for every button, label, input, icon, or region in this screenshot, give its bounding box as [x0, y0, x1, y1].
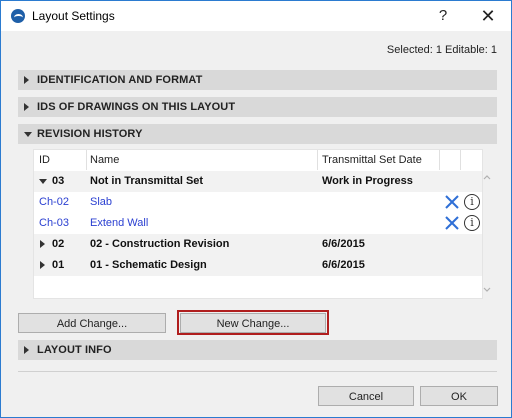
collapse-arrow-icon [24, 132, 32, 137]
column-header-name[interactable]: Name [90, 154, 119, 166]
close-button[interactable]: ✕ [471, 1, 505, 31]
remove-change-icon[interactable] [444, 194, 460, 210]
table-row[interactable]: 02 02 - Construction Revision 6/6/2015 [34, 234, 482, 255]
table-row[interactable]: 01 01 - Schematic Design 6/6/2015 [34, 255, 482, 276]
help-button[interactable]: ? [426, 1, 460, 31]
expand-arrow-icon[interactable] [40, 261, 45, 269]
info-icon[interactable]: i [464, 194, 480, 210]
change-name: Extend Wall [90, 217, 149, 229]
section-title: IDS OF DRAWINGS ON THIS LAYOUT [37, 101, 236, 113]
revision-name: Not in Transmittal Set [90, 175, 204, 187]
column-header-date[interactable]: Transmittal Set Date [322, 154, 422, 166]
divider [18, 371, 497, 372]
layout-settings-dialog: Layout Settings ? ✕ Selected: 1 Editable… [0, 0, 512, 418]
revision-name: 02 - Construction Revision [90, 238, 230, 250]
column-divider [317, 150, 318, 170]
section-title: IDENTIFICATION AND FORMAT [37, 74, 203, 86]
expand-arrow-icon [24, 103, 29, 111]
section-revision-history[interactable]: REVISION HISTORY [18, 124, 497, 144]
table-row[interactable]: Ch-02 Slab i [34, 192, 482, 213]
table-row[interactable]: Ch-03 Extend Wall i [34, 213, 482, 234]
highlight-box [177, 310, 329, 335]
expand-arrow-icon [24, 346, 29, 354]
app-icon [11, 9, 25, 23]
info-icon[interactable]: i [464, 215, 480, 231]
title-bar: Layout Settings ? ✕ [1, 1, 511, 31]
change-name: Slab [90, 196, 113, 208]
scroll-up-icon[interactable] [483, 174, 491, 180]
section-title: REVISION HISTORY [37, 128, 143, 140]
table-row[interactable]: 03 Not in Transmittal Set Work in Progre… [34, 171, 482, 192]
change-id: Ch-03 [39, 217, 69, 229]
column-divider [460, 150, 461, 170]
revision-id: 03 [52, 175, 65, 187]
cancel-button[interactable]: Cancel [318, 386, 414, 406]
ok-button[interactable]: OK [420, 386, 498, 406]
revision-id: 01 [52, 259, 65, 271]
revision-date: 6/6/2015 [322, 259, 365, 271]
revision-date: 6/6/2015 [322, 238, 365, 250]
revision-name: 01 - Schematic Design [90, 259, 207, 271]
section-layout-info[interactable]: LAYOUT INFO [18, 340, 497, 360]
collapse-arrow-icon[interactable] [39, 179, 47, 184]
add-change-button[interactable]: Add Change... [18, 313, 166, 333]
expand-arrow-icon[interactable] [40, 240, 45, 248]
revision-history-table: ID Name Transmittal Set Date 03 Not in T… [33, 149, 491, 299]
selection-status: Selected: 1 Editable: 1 [386, 44, 497, 56]
expand-arrow-icon [24, 76, 29, 84]
revision-id: 02 [52, 238, 65, 250]
column-divider [439, 150, 440, 170]
column-header-id[interactable]: ID [39, 154, 50, 166]
revision-date: Work in Progress [322, 175, 413, 187]
section-identification-and-format[interactable]: IDENTIFICATION AND FORMAT [18, 70, 497, 90]
section-ids-of-drawings[interactable]: IDS OF DRAWINGS ON THIS LAYOUT [18, 97, 497, 117]
table-header: ID Name Transmittal Set Date [34, 150, 482, 170]
remove-change-icon[interactable] [444, 215, 460, 231]
change-id: Ch-02 [39, 196, 69, 208]
section-title: LAYOUT INFO [37, 344, 112, 356]
scroll-down-icon[interactable] [483, 287, 491, 293]
column-divider [86, 150, 87, 170]
window-title: Layout Settings [32, 9, 115, 23]
